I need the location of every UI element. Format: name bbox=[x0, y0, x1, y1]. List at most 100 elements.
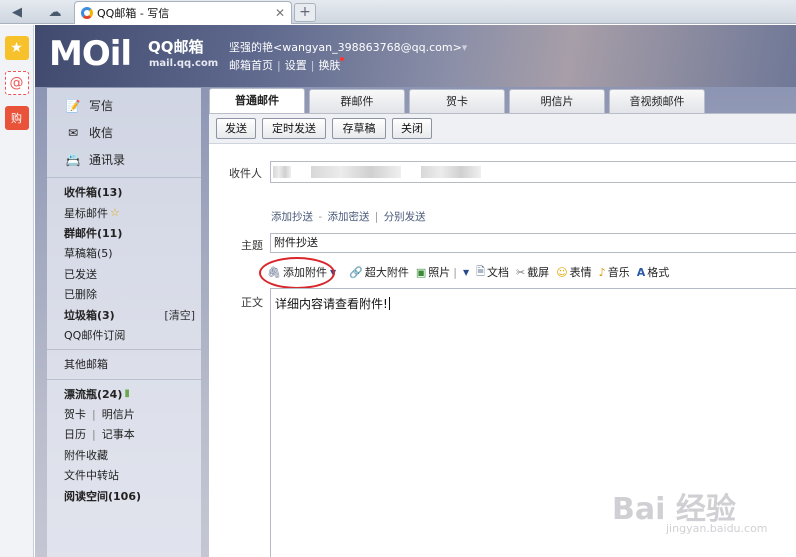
chevron-down-icon[interactable]: ▾ bbox=[462, 41, 468, 54]
bottle-icon: ▮ bbox=[124, 388, 130, 400]
star-icon: ☆ bbox=[110, 206, 120, 220]
send-button[interactable]: 发送 bbox=[216, 118, 256, 139]
pencil-icon: 📝 bbox=[65, 98, 81, 113]
tab-group-mail[interactable]: 群邮件 bbox=[309, 89, 405, 114]
browser-tab[interactable]: QQ邮箱 - 写信 ✕ bbox=[74, 1, 292, 24]
folder-drafts[interactable]: 草稿箱(5) bbox=[47, 243, 201, 263]
folder-subscriptions[interactable]: QQ邮件订阅 bbox=[47, 325, 201, 345]
folder-nav: 📝 写信 ✉ 收信 📇 通讯录 收件箱(13) 星标邮件 ☆ 群邮件(11) 草稿箱(5… bbox=[47, 88, 201, 557]
cloud-icon[interactable]: ☁ bbox=[40, 2, 70, 22]
top-links: 邮箱首页 | 设置 | 换肤 bbox=[229, 57, 345, 73]
back-icon[interactable]: ◀ bbox=[2, 2, 32, 22]
large-attachment-icon: 🔗 bbox=[349, 265, 363, 279]
add-bcc-link[interactable]: 添加密送 bbox=[327, 211, 369, 223]
recipient-links: 添加抄送 - 添加密送 | 分别发送 bbox=[271, 211, 426, 223]
subject-input[interactable]: 附件抄送 bbox=[270, 233, 796, 253]
format-button[interactable]: A 格式 bbox=[637, 264, 670, 280]
shopping-icon[interactable]: 购 bbox=[4, 106, 29, 130]
add-attachment-button[interactable]: 🖇 添加附件 ▼ bbox=[259, 257, 342, 289]
tab-greeting-card[interactable]: 贺卡 bbox=[409, 89, 505, 114]
tab-postcard[interactable]: 明信片 bbox=[509, 89, 605, 114]
close-button[interactable]: 关闭 bbox=[392, 118, 432, 139]
recipient-label: 收件人 bbox=[229, 167, 262, 180]
compose-tabs: 普通邮件 群邮件 贺卡 明信片 音视频邮件 bbox=[209, 88, 796, 114]
redacted-recipient bbox=[311, 166, 401, 178]
send-separately-link[interactable]: 分别发送 bbox=[384, 211, 426, 223]
app-attachment-favorites[interactable]: 附件收藏 bbox=[47, 445, 201, 465]
app-reading-space[interactable]: 阅读空间(106) bbox=[47, 485, 201, 505]
screenshot-button[interactable]: ✂ 截屏 bbox=[516, 264, 549, 280]
app-notes[interactable]: 记事本 bbox=[102, 426, 135, 442]
large-attachment-button[interactable]: 🔗 超大附件 bbox=[349, 264, 409, 280]
app-calendar-row: 日历 | 记事本 bbox=[64, 426, 135, 442]
inbox-icon: ✉ bbox=[67, 125, 79, 140]
document-icon: 🗎 bbox=[476, 264, 485, 278]
qq-favicon-icon bbox=[81, 7, 93, 19]
user-account[interactable]: 坚强的艳<wangyan_398863768@qq.com>▾ bbox=[229, 39, 467, 55]
empty-spam-link[interactable]: [清空] bbox=[164, 307, 195, 323]
nav-inbox-label: 收信 bbox=[89, 126, 114, 140]
document-button[interactable]: 🗎 文档 bbox=[476, 263, 509, 282]
user-display: 坚强的艳<wangyan_398863768@qq.com> bbox=[229, 41, 462, 54]
settings-link[interactable]: 设置 bbox=[285, 59, 307, 72]
music-button[interactable]: ♪ 音乐 bbox=[599, 264, 630, 280]
app-calendar[interactable]: 日历 bbox=[64, 426, 86, 442]
body-label: 正文 bbox=[241, 296, 263, 309]
new-tab-button[interactable]: + bbox=[294, 3, 316, 22]
tab-normal-mail[interactable]: 普通邮件 bbox=[209, 88, 305, 114]
add-cc-link[interactable]: 添加抄送 bbox=[271, 211, 313, 223]
browser-tab-title: QQ邮箱 - 写信 bbox=[97, 7, 170, 20]
nav-compose-label: 写信 bbox=[89, 99, 114, 113]
subject-label: 主题 bbox=[241, 239, 263, 252]
photo-icon: ▣ bbox=[415, 265, 427, 279]
nav-compose[interactable]: 📝 写信 bbox=[47, 92, 201, 119]
redacted-recipient bbox=[273, 166, 291, 178]
emoji-button[interactable]: ☺ 表情 bbox=[556, 264, 591, 280]
other-mailboxes[interactable]: 其他邮箱 bbox=[47, 354, 201, 374]
nav-inbox[interactable]: ✉ 收信 bbox=[47, 119, 201, 146]
folder-sent[interactable]: 已发送 bbox=[47, 264, 201, 284]
divider bbox=[47, 349, 201, 351]
app-file-transfer[interactable]: 文件中转站 bbox=[47, 465, 201, 485]
nav-contacts-label: 通讯录 bbox=[89, 153, 126, 167]
chevron-down-icon[interactable]: ▼ bbox=[463, 268, 469, 277]
mail-home-link[interactable]: 邮箱首页 bbox=[229, 59, 273, 72]
divider bbox=[47, 177, 201, 178]
scheduled-send-button[interactable]: 定时发送 bbox=[262, 118, 326, 139]
recipient-field[interactable] bbox=[270, 161, 796, 183]
app-postcard[interactable]: 明信片 bbox=[102, 406, 135, 422]
save-draft-button[interactable]: 存草稿 bbox=[332, 118, 386, 139]
brand-name: QQ邮箱 bbox=[148, 38, 204, 56]
browser-tab-bar: ◀ ☁ QQ邮箱 - 写信 ✕ + bbox=[0, 0, 796, 24]
change-skin-link[interactable]: 换肤 bbox=[318, 59, 340, 72]
qqmail-logo[interactable]: MOil bbox=[49, 37, 132, 71]
folder-inbox[interactable]: 收件箱(13) bbox=[47, 182, 201, 202]
emoji-icon: ☺ bbox=[556, 265, 568, 279]
folder-deleted[interactable]: 已删除 bbox=[47, 284, 201, 304]
redacted-recipient bbox=[421, 166, 481, 178]
at-mail-icon[interactable]: @ bbox=[4, 71, 29, 95]
folder-spam[interactable]: 垃圾箱(3) [清空] bbox=[47, 304, 201, 324]
notification-dot bbox=[340, 57, 345, 61]
tab-av-mail[interactable]: 音视频邮件 bbox=[609, 89, 705, 114]
app-greeting-card[interactable]: 贺卡 bbox=[64, 406, 86, 422]
quick-sidebar: ★ @ 购 bbox=[0, 25, 34, 557]
music-icon: ♪ bbox=[598, 265, 606, 279]
brand-url: mail.qq.com bbox=[149, 58, 219, 69]
star-icon[interactable]: ★ bbox=[4, 36, 29, 60]
mail-header: MOil QQ邮箱 mail.qq.com 坚强的艳<wangyan_39886… bbox=[35, 25, 796, 87]
body-text: 详细内容请查看附件! bbox=[275, 297, 388, 311]
app-drift-bottle[interactable]: 漂流瓶(24) ▮ bbox=[47, 384, 201, 404]
folder-group-mail[interactable]: 群邮件(11) bbox=[47, 223, 201, 243]
close-tab-icon[interactable]: ✕ bbox=[275, 6, 285, 20]
app-cards-row: 贺卡 | 明信片 bbox=[64, 406, 135, 422]
folder-starred[interactable]: 星标邮件 ☆ bbox=[47, 202, 201, 222]
text-cursor bbox=[388, 297, 390, 310]
highlight-circle bbox=[259, 257, 335, 289]
contacts-icon: 📇 bbox=[65, 152, 81, 167]
photo-button[interactable]: ▣ 照片 | ▼ bbox=[416, 264, 469, 280]
screenshot-icon: ✂ bbox=[515, 265, 526, 279]
watermark-url: jingyan.baidu.com bbox=[666, 522, 768, 535]
nav-contacts[interactable]: 📇 通讯录 bbox=[47, 146, 201, 173]
editor-toolbar: 🖇 添加附件 ▼ 🔗 超大附件 ▣ 照片 | ▼ 🗎 文档 ✂ 截屏 ☺ 表情 ♪ 音乐 A 格式 bbox=[259, 257, 676, 289]
